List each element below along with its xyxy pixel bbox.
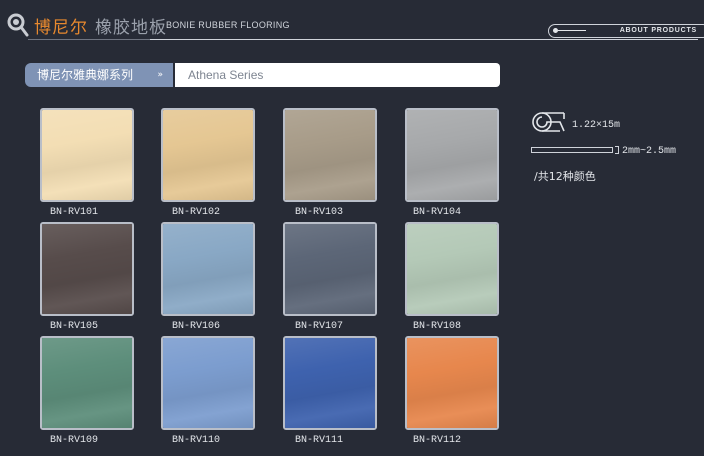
thickness-bar-icon xyxy=(531,147,613,153)
double-arrow-icon: » xyxy=(157,70,163,80)
roll-icon xyxy=(532,112,565,132)
swatch-color xyxy=(407,110,497,200)
swatch-color xyxy=(163,338,253,428)
swatch-color xyxy=(163,224,253,314)
swatch-tile[interactable] xyxy=(283,108,377,202)
swatch-code: BN-RV101 xyxy=(50,207,99,218)
swatch-color xyxy=(285,224,375,314)
swatch-code: BN-RV109 xyxy=(50,435,99,446)
swatch-code: BN-RV105 xyxy=(50,321,99,332)
roll-size-spec: 1.22×15m xyxy=(572,120,621,131)
swatch-code: BN-RV102 xyxy=(172,207,221,218)
swatch-tile[interactable] xyxy=(405,222,499,316)
swatch-color xyxy=(163,110,253,200)
swatch-tile[interactable] xyxy=(40,222,134,316)
swatch-tile[interactable] xyxy=(161,222,255,316)
swatch-tile[interactable] xyxy=(40,336,134,430)
swatch-tile[interactable] xyxy=(161,336,255,430)
swatch-tile[interactable] xyxy=(283,336,377,430)
swatch-color xyxy=(42,110,132,200)
swatch-tile[interactable] xyxy=(161,108,255,202)
swatch-code: BN-RV112 xyxy=(413,435,462,446)
about-products-label: ABOUT PRODUCTS xyxy=(619,27,697,34)
swatch-color xyxy=(42,338,132,428)
swatch-code: BN-RV108 xyxy=(413,321,462,332)
swatch-code: BN-RV106 xyxy=(172,321,221,332)
swatch-color xyxy=(42,224,132,314)
swatch-code: BN-RV110 xyxy=(172,435,221,446)
swatch-color xyxy=(285,110,375,200)
swatch-color xyxy=(285,338,375,428)
brand-subtitle-cn: 橡胶地板 xyxy=(95,18,167,38)
thickness-bracket-icon xyxy=(615,146,619,154)
series-name-field: Athena Series xyxy=(175,63,500,87)
series-tab[interactable]: 博尼尔雅典娜系列 » xyxy=(25,63,173,87)
about-products-tab[interactable]: ABOUT PRODUCTS xyxy=(548,24,704,38)
swatch-code: BN-RV111 xyxy=(295,435,344,446)
thickness-spec: 2mm~2.5mm xyxy=(622,146,677,157)
swatch-tile[interactable] xyxy=(405,336,499,430)
swatch-code: BN-RV103 xyxy=(295,207,344,218)
swatch-tile[interactable] xyxy=(405,108,499,202)
brand-name-en: BONIE RUBBER FLOORING xyxy=(166,20,290,30)
color-count-text: /共12种颜色 xyxy=(534,170,596,183)
swatch-color xyxy=(407,338,497,428)
brand-underline xyxy=(28,39,150,40)
tab-dash-decoration xyxy=(558,30,586,31)
swatch-color xyxy=(407,224,497,314)
brand-name-cn: 博尼尔 xyxy=(34,18,88,38)
swatch-code: BN-RV107 xyxy=(295,321,344,332)
swatch-tile[interactable] xyxy=(283,222,377,316)
swatch-tile[interactable] xyxy=(40,108,134,202)
search-logo-icon xyxy=(7,13,29,37)
series-tab-label: 博尼尔雅典娜系列 xyxy=(37,68,134,82)
swatch-code: BN-RV104 xyxy=(413,207,462,218)
header-divider xyxy=(150,39,698,40)
